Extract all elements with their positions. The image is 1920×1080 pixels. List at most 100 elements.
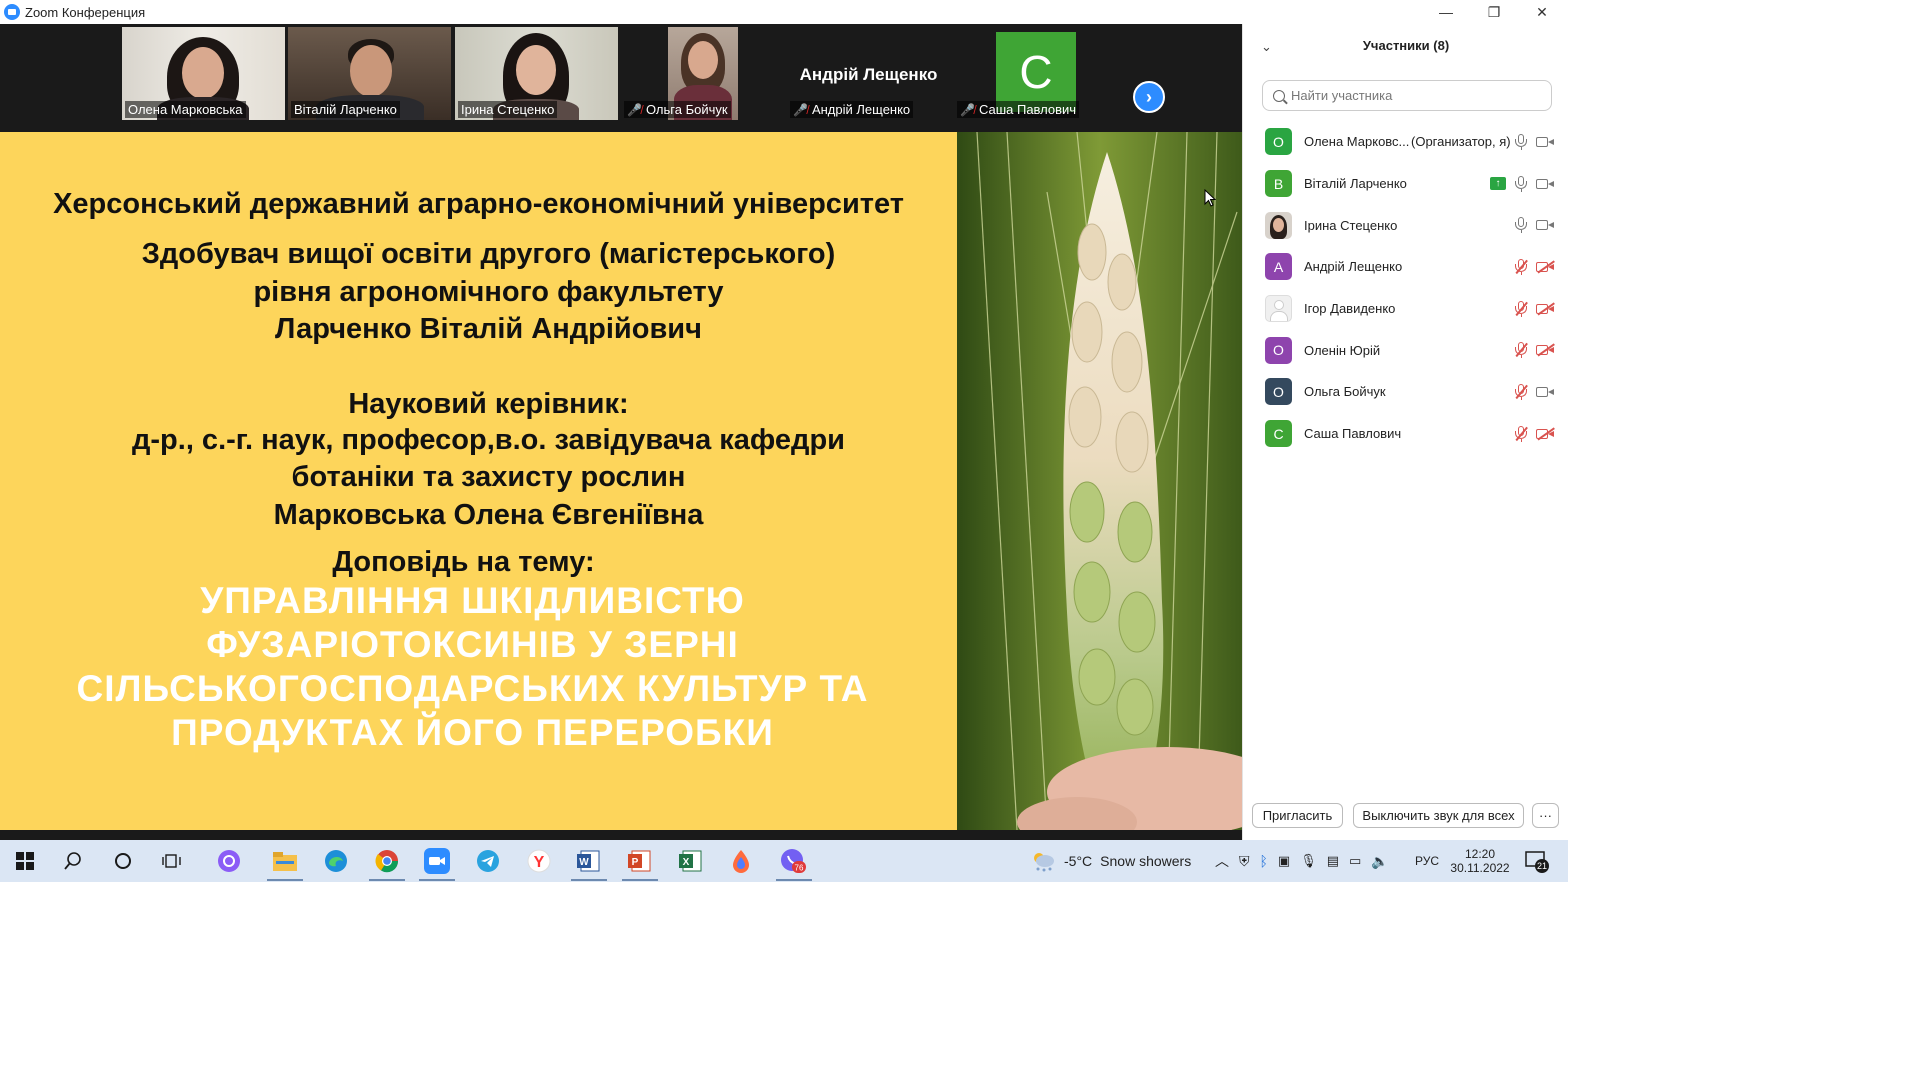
weather-widget[interactable]: -5°C Snow showers bbox=[1030, 840, 1191, 882]
tile-name: 🎤̸ Андрій Лещенко bbox=[790, 101, 914, 118]
yandex-browser-icon[interactable]: Y bbox=[526, 848, 552, 874]
windows-start-icon[interactable] bbox=[12, 848, 38, 874]
zoom-app-icon[interactable] bbox=[424, 848, 450, 874]
mic-muted-icon[interactable] bbox=[1512, 425, 1530, 443]
participant-search-input[interactable] bbox=[1291, 88, 1541, 103]
active-app-indicator bbox=[369, 879, 405, 881]
participant-row[interactable]: О Олена Марковс... (Организатор, я) bbox=[1243, 121, 1569, 163]
participant-name: Олена Марковс... bbox=[1304, 134, 1410, 150]
edge-browser-icon[interactable] bbox=[323, 848, 349, 874]
camera-icon[interactable] bbox=[1536, 177, 1555, 191]
weather-temperature: -5°C bbox=[1064, 853, 1093, 869]
task-view-icon[interactable] bbox=[159, 848, 185, 874]
participant-blank-avatar bbox=[1265, 295, 1292, 323]
tile-name: 🎤̸ Саша Павлович bbox=[957, 101, 1080, 118]
participant-name: Андрій Лещенко bbox=[1304, 259, 1403, 275]
camera-icon[interactable] bbox=[1536, 218, 1555, 232]
participant-avatar: О bbox=[1265, 128, 1292, 156]
shared-screen: Херсонський державний аграрно-економічни… bbox=[0, 132, 1242, 830]
participant-name: Ірина Стеценко bbox=[1304, 217, 1398, 233]
participant-row[interactable]: Ірина Стеценко bbox=[1243, 204, 1569, 246]
video-tile-active[interactable]: Ірина Стеценко bbox=[455, 27, 618, 120]
participant-row[interactable]: С Саша Павлович bbox=[1243, 413, 1569, 455]
network-icon[interactable]: ▤ bbox=[1327, 853, 1339, 869]
tile-name: Віталій Ларченко bbox=[291, 101, 400, 118]
slide-topic-line: ФУЗАРІОТОКСИНІВ У ЗЕРНІ bbox=[206, 624, 739, 665]
video-tile[interactable]: 🎤̸ Ольга Бойчук bbox=[621, 27, 784, 120]
video-tile[interactable]: С 🎤̸ Саша Павлович bbox=[954, 27, 1117, 120]
more-options-button[interactable]: ··· bbox=[1532, 803, 1559, 828]
mic-muted-icon[interactable] bbox=[1512, 258, 1530, 276]
cortana-icon[interactable] bbox=[110, 848, 136, 874]
powerpoint-icon[interactable]: P bbox=[627, 848, 653, 874]
show-hidden-icons-chevron-icon[interactable]: ︿ bbox=[1215, 851, 1229, 871]
participant-avatar: О bbox=[1265, 336, 1292, 364]
microphone-icon[interactable]: 🎙 bbox=[1300, 853, 1317, 869]
camera-off-icon[interactable] bbox=[1536, 427, 1555, 441]
participant-row[interactable]: Ігор Давиденко bbox=[1243, 288, 1569, 330]
slide-supervisor-line2: ботаніки та захисту рослин bbox=[291, 461, 686, 493]
search-icon[interactable] bbox=[60, 848, 86, 874]
camera-icon[interactable] bbox=[1536, 385, 1555, 399]
slide-supervisor-line1: д-р., с.-г. наук, професор,в.о. завідува… bbox=[131, 424, 846, 456]
word-icon[interactable]: W bbox=[576, 848, 602, 874]
face bbox=[182, 47, 224, 99]
participant-row[interactable]: А Андрій Лещенко bbox=[1243, 246, 1569, 288]
participant-status bbox=[1512, 341, 1555, 359]
notifications-button[interactable]: 21 bbox=[1524, 840, 1550, 882]
chrome-browser-icon[interactable] bbox=[374, 848, 400, 874]
mic-muted-icon[interactable] bbox=[1512, 383, 1530, 401]
mic-muted-icon[interactable] bbox=[1512, 341, 1530, 359]
file-explorer-icon[interactable] bbox=[272, 848, 298, 874]
participant-status bbox=[1512, 300, 1555, 318]
colorful-app-icon[interactable] bbox=[728, 848, 754, 874]
mic-icon[interactable] bbox=[1512, 175, 1530, 193]
mic-icon[interactable] bbox=[1512, 216, 1530, 234]
camera-off-icon[interactable] bbox=[1536, 343, 1555, 357]
security-shield-icon[interactable]: ⛨ bbox=[1239, 853, 1250, 870]
excel-icon[interactable]: X bbox=[678, 848, 704, 874]
telegram-icon[interactable] bbox=[475, 848, 501, 874]
battery-icon[interactable]: ▭ bbox=[1349, 853, 1361, 869]
mic-muted-icon: 🎤̸ bbox=[793, 102, 808, 117]
close-button[interactable]: ✕ bbox=[1518, 0, 1566, 24]
participant-name: Оленін Юрій bbox=[1304, 342, 1381, 358]
mic-muted-icon[interactable] bbox=[1512, 300, 1530, 318]
tile-name: Олена Марковська bbox=[125, 101, 246, 118]
active-app-indicator bbox=[622, 879, 658, 881]
participant-row[interactable]: О Оленін Юрій bbox=[1243, 329, 1569, 371]
volume-icon[interactable]: 🔈 bbox=[1371, 853, 1388, 870]
viber-badge-count: 76 bbox=[795, 864, 804, 873]
clock-date: 30.11.2022 bbox=[1450, 861, 1510, 875]
meet-now-icon[interactable]: ▣ bbox=[1278, 853, 1290, 869]
minimize-button[interactable]: — bbox=[1422, 0, 1470, 24]
clock[interactable]: 12:20 30.11.2022 bbox=[1450, 840, 1510, 882]
camera-off-icon[interactable] bbox=[1536, 302, 1555, 316]
participant-status bbox=[1512, 425, 1555, 443]
video-strip: Олена Марковська Віталій Ларченко Ірина … bbox=[0, 24, 1242, 132]
video-tile[interactable]: Віталій Ларченко bbox=[288, 27, 451, 120]
participant-search[interactable] bbox=[1262, 80, 1552, 111]
video-tile[interactable]: Олена Марковська bbox=[122, 27, 285, 120]
alice-assistant-icon[interactable] bbox=[216, 848, 242, 874]
language-indicator[interactable]: РУС bbox=[1415, 840, 1439, 882]
mute-all-button[interactable]: Выключить звук для всех bbox=[1353, 803, 1524, 828]
restore-button[interactable]: ❐ bbox=[1470, 0, 1518, 24]
svg-text:Y: Y bbox=[534, 854, 545, 871]
camera-icon[interactable] bbox=[1536, 135, 1555, 149]
participant-avatar: А bbox=[1265, 253, 1292, 281]
next-page-chevron-icon[interactable]: › bbox=[1133, 81, 1165, 113]
face bbox=[350, 45, 392, 97]
viber-icon[interactable]: 76 bbox=[780, 848, 806, 874]
meeting-bottom-bar bbox=[0, 830, 1242, 840]
system-tray: ︿ ⛨ ᛒ ▣ 🎙 ▤ ▭ 🔈 bbox=[1215, 840, 1389, 882]
camera-off-icon[interactable] bbox=[1536, 260, 1555, 274]
participant-row[interactable]: О Ольга Бойчук bbox=[1243, 371, 1569, 413]
video-tile[interactable]: Андрій Лещенко 🎤̸ Андрій Лещенко bbox=[787, 27, 950, 120]
participant-status bbox=[1512, 133, 1555, 151]
mic-icon[interactable] bbox=[1512, 133, 1530, 151]
bluetooth-icon[interactable]: ᛒ bbox=[1260, 853, 1268, 869]
participant-row[interactable]: В Віталій Ларченко ↑ bbox=[1243, 163, 1569, 205]
invite-button[interactable]: Пригласить bbox=[1252, 803, 1343, 828]
participants-header: ⌄ Участники (8) bbox=[1243, 38, 1569, 58]
